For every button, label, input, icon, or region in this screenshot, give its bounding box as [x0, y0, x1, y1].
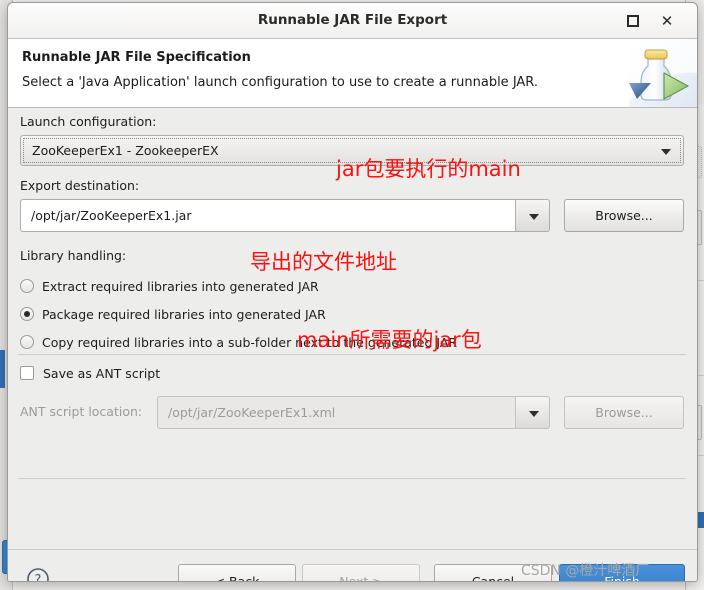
radio-package-libraries-label: Package required libraries into generate… — [42, 306, 326, 322]
help-icon[interactable]: ? — [26, 567, 50, 582]
checkbox-icon — [20, 366, 34, 380]
dialog-header: Runnable JAR File Specification Select a… — [8, 39, 697, 108]
maximize-glyph — [627, 15, 639, 27]
radio-icon — [20, 335, 34, 349]
export-destination-value: /opt/jar/ZooKeeperEx1.jar — [31, 208, 192, 223]
jar-export-icon — [607, 39, 697, 107]
dialog-titlebar: Runnable JAR File Export ✕ — [8, 3, 697, 39]
chevron-down-icon — [529, 213, 539, 220]
ant-script-location-browse-button[interactable]: Browse... — [564, 396, 684, 429]
library-handling-label: Library handling: — [20, 248, 127, 263]
svg-text:?: ? — [35, 573, 42, 582]
export-destination-browse-button[interactable]: Browse... — [564, 199, 684, 232]
radio-extract-libraries[interactable]: Extract required libraries into generate… — [20, 275, 319, 297]
close-icon[interactable]: ✕ — [657, 11, 677, 31]
header-description: Select a 'Java Application' launch confi… — [22, 75, 539, 90]
runnable-jar-export-dialog: Runnable JAR File Export ✕ Runnable JAR … — [7, 2, 698, 582]
save-as-ant-script-checkbox[interactable]: Save as ANT script — [20, 362, 160, 384]
ant-script-location-label: ANT script location: — [20, 404, 143, 419]
finish-button[interactable]: Finish — [559, 564, 685, 581]
export-destination-input[interactable]: /opt/jar/ZooKeeperEx1.jar — [20, 199, 516, 232]
radio-icon-selected — [20, 307, 34, 321]
radio-icon — [20, 279, 34, 293]
launch-configuration-value: ZooKeeperEx1 - ZookeeperEX — [32, 143, 219, 158]
next-button[interactable]: Next > — [302, 564, 420, 581]
chevron-down-icon — [529, 410, 539, 417]
dialog-footer: ? < Back Next > Cancel Finish — [8, 549, 697, 582]
ant-script-location-value: /opt/jar/ZooKeeperEx1.xml — [168, 405, 336, 420]
ant-script-location-input[interactable]: /opt/jar/ZooKeeperEx1.xml — [157, 396, 516, 429]
dialog-title: Runnable JAR File Export — [257, 12, 448, 28]
launch-configuration-combo[interactable]: ZooKeeperEx1 - ZookeeperEX — [20, 135, 684, 166]
close-glyph: ✕ — [660, 11, 674, 30]
radio-copy-libraries[interactable]: Copy required libraries into a sub-folde… — [20, 331, 457, 353]
launch-configuration-label: Launch configuration: — [20, 114, 157, 129]
radio-copy-libraries-label: Copy required libraries into a sub-folde… — [42, 334, 458, 350]
maximize-icon[interactable] — [623, 11, 643, 31]
dialog-body: Launch configuration: ZooKeeperEx1 - Zoo… — [8, 108, 697, 549]
cancel-button[interactable]: Cancel — [434, 564, 552, 581]
back-button[interactable]: < Back — [178, 564, 296, 581]
radio-extract-libraries-label: Extract required libraries into generate… — [42, 278, 319, 294]
chevron-down-icon — [661, 148, 671, 155]
header-title: Runnable JAR File Specification — [22, 50, 251, 65]
section-divider — [18, 354, 686, 355]
save-as-ant-script-label: Save as ANT script — [43, 365, 161, 381]
export-destination-label: Export destination: — [20, 178, 140, 193]
background-selection-highlight-left — [0, 350, 5, 388]
export-destination-dropdown-button[interactable] — [516, 199, 550, 232]
radio-package-libraries[interactable]: Package required libraries into generate… — [20, 303, 326, 325]
section-divider-bottom — [18, 478, 686, 479]
ant-script-location-dropdown-button[interactable] — [516, 396, 550, 429]
